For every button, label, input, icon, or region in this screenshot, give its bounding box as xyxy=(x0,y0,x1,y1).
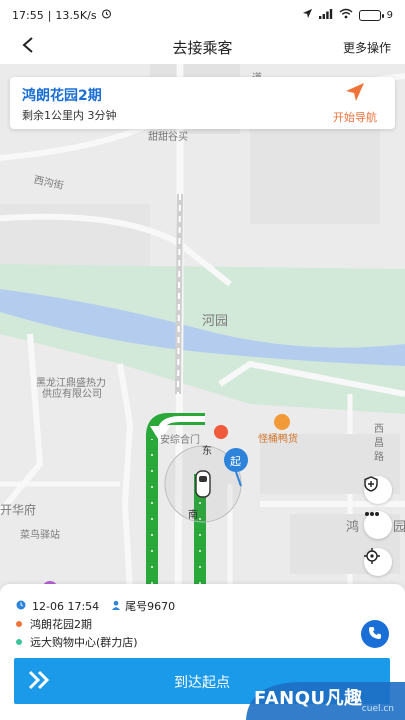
remaining-distance: 剩余1公里内 3分钟 xyxy=(22,109,117,122)
start-navigation-button[interactable]: 开始导航 xyxy=(327,81,383,125)
status-bar: 17:55 | 13.5K/s 9 xyxy=(0,0,405,30)
route-info-card: 鸿朗花园2期 剩余1公里内 3分钟 开始导航 xyxy=(10,77,395,129)
dropoff-row: 远大购物中心(群力店) xyxy=(16,634,138,650)
status-left: 17:55 | 13.5K/s xyxy=(12,8,112,22)
status-time: 17:55 xyxy=(12,8,44,22)
map-label: 安综合门 xyxy=(160,435,200,446)
location-status-icon xyxy=(302,8,313,22)
order-time: 12-06 17:54 xyxy=(32,599,100,613)
phone-icon xyxy=(368,625,382,644)
battery-icon xyxy=(358,9,384,21)
map-label: 东 xyxy=(202,446,212,457)
watermark-logo: FANQU凡趣 cuel.cn xyxy=(238,678,405,720)
clock-icon xyxy=(16,600,26,613)
alarm-icon xyxy=(101,8,112,22)
map-label: 昌 xyxy=(374,438,384,449)
map-label: 河园 xyxy=(202,314,229,329)
map-label: 鸿 xyxy=(346,520,360,535)
start-navigation-label: 开始导航 xyxy=(333,111,377,124)
security-button[interactable] xyxy=(364,476,392,504)
call-passenger-button[interactable] xyxy=(361,620,389,648)
navigation-arrow-icon xyxy=(344,81,366,107)
map-label: 开华府 xyxy=(0,503,37,517)
map-label: 菜鸟驿站 xyxy=(20,530,60,541)
passenger-phone-tail: 尾号9670 xyxy=(125,600,176,613)
pickup-row: 鸿朗花园2期 xyxy=(16,616,92,632)
pickup-address: 鸿朗花园2期 xyxy=(30,618,92,631)
map-view[interactable]: 道 甜甜谷买 西沟街 河园 黑龙江鼎盛热力 供应有限公司 安综合门 东 怪桶鸭货… xyxy=(0,64,405,592)
pickup-dot-icon xyxy=(16,621,22,627)
map-label: 园 xyxy=(393,520,405,535)
dropoff-address: 远大购物中心(群力店) xyxy=(30,636,138,649)
cellular-signal-icon xyxy=(318,8,333,22)
user-icon xyxy=(111,600,121,613)
locate-button[interactable] xyxy=(364,548,392,576)
start-marker-label: 起 xyxy=(230,455,241,468)
map-label: 西 xyxy=(374,424,384,435)
status-right: 9 xyxy=(302,8,393,22)
status-divider: | xyxy=(47,8,52,22)
dropoff-dot-icon xyxy=(16,639,22,645)
network-speed: 13.5K/s xyxy=(55,8,97,22)
map-label: 路 xyxy=(374,452,384,463)
map-label: 供应有限公司 xyxy=(42,389,102,400)
map-label: 甜甜谷买 xyxy=(148,132,188,143)
order-meta-row: 12-06 17:54 尾号9670 xyxy=(16,598,175,614)
map-label: 怪桶鸭货 xyxy=(258,434,298,445)
more-actions-button[interactable]: 更多操作 xyxy=(343,39,391,56)
watermark-url: cuel.cn xyxy=(361,704,394,714)
destination-name: 鸿朗花园2期 xyxy=(22,88,102,104)
more-options-button[interactable] xyxy=(364,511,392,539)
battery-level: 9 xyxy=(386,9,393,21)
wifi-icon xyxy=(339,8,353,22)
top-nav-bar: 去接乘客 更多操作 xyxy=(0,30,405,64)
map-label: 南 xyxy=(188,510,198,521)
watermark-brand: FANQU凡趣 xyxy=(254,688,363,709)
